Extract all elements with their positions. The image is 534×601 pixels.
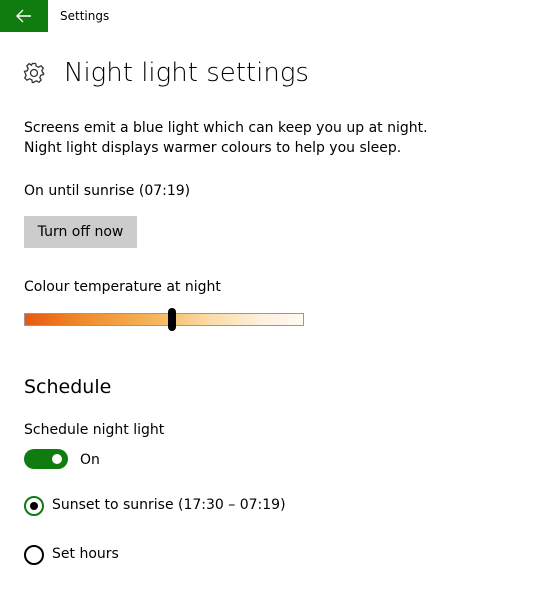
- schedule-night-light-label: Schedule night light: [24, 422, 165, 438]
- schedule-heading: Schedule: [24, 376, 112, 398]
- gear-icon: [23, 62, 45, 84]
- sunset-to-sunrise-radio[interactable]: [24, 496, 44, 516]
- window-title: Settings: [60, 9, 110, 23]
- radio-selected-dot: [30, 502, 38, 510]
- colour-temperature-label: Colour temperature at night: [24, 279, 221, 295]
- arrow-left-icon: [16, 9, 31, 23]
- set-hours-label[interactable]: Set hours: [52, 544, 119, 564]
- set-hours-radio[interactable]: [24, 545, 44, 565]
- back-button[interactable]: [0, 0, 48, 32]
- toggle-state-label: On: [80, 452, 100, 468]
- title-bar: Settings: [0, 0, 534, 32]
- colour-temperature-slider[interactable]: [24, 313, 304, 326]
- toggle-knob: [52, 454, 62, 464]
- description-text: Screens emit a blue light which can keep…: [24, 120, 428, 156]
- turn-off-now-button[interactable]: Turn off now: [24, 216, 137, 248]
- slider-thumb[interactable]: [168, 308, 177, 331]
- schedule-night-light-toggle[interactable]: [24, 449, 68, 469]
- status-text: On until sunrise (07:19): [24, 183, 191, 199]
- page-title: Night light settings: [64, 58, 309, 88]
- sunset-to-sunrise-label[interactable]: Sunset to sunrise (17:30 – 07:19): [52, 495, 286, 515]
